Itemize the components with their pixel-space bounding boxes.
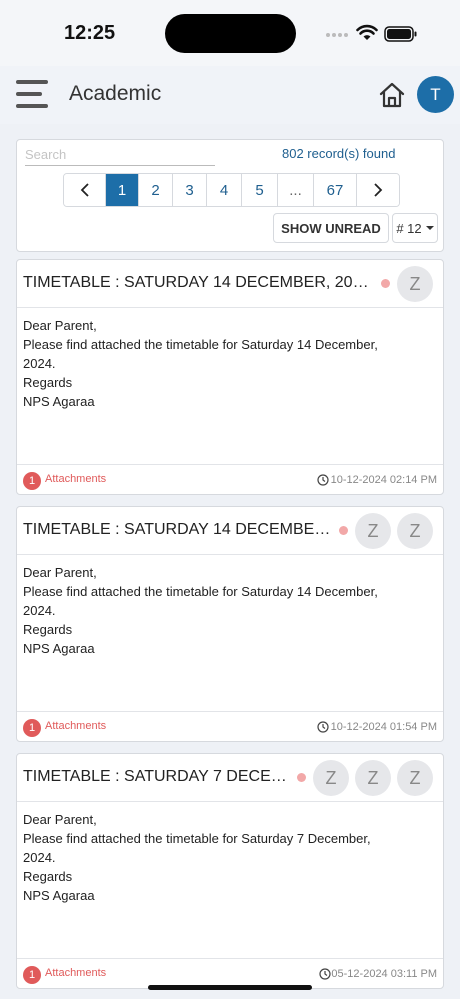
cellular-signal-icon	[326, 33, 348, 37]
show-unread-button[interactable]: SHOW UNREAD	[273, 213, 389, 243]
page-button-5[interactable]: 5	[242, 174, 278, 206]
message-line: 2024.	[23, 603, 56, 618]
message-line: Regards	[23, 375, 73, 390]
page-ellipsis: ...	[278, 174, 314, 206]
chevron-right-icon	[374, 183, 383, 197]
message-title: TIMETABLE : SATURDAY 7 DECEM...	[23, 768, 293, 785]
chevron-left-icon	[80, 183, 89, 197]
message-footer: 1 Attachments 05-12-2024 03:11 PM	[17, 958, 443, 988]
attachment-count-badge[interactable]: 1	[23, 966, 41, 984]
reader-badge: Z	[397, 513, 433, 549]
message-line: NPS Agaraa	[23, 394, 95, 409]
attachment-count-badge[interactable]: 1	[23, 719, 41, 737]
message-footer: 1 Attachments 10-12-2024 01:54 PM	[17, 711, 443, 741]
message-date: 10-12-2024 01:54 PM	[330, 721, 437, 733]
status-time: 12:25	[64, 22, 116, 44]
message-footer: 1 Attachments 10-12-2024 02:14 PM	[17, 464, 443, 494]
message-header: TIMETABLE : SATURDAY 14 DECEMBER,... Z Z	[17, 507, 443, 555]
page-button-4[interactable]: 4	[207, 174, 242, 206]
message-line: Regards	[23, 869, 73, 884]
message-line: 2024.	[23, 356, 56, 371]
page-button-2[interactable]: 2	[139, 174, 173, 206]
attachments-link[interactable]: Attachments	[45, 473, 106, 485]
message-line: Dear Parent,	[23, 318, 97, 333]
message-title: TIMETABLE : SATURDAY 14 DECEMBER, 2024..…	[23, 274, 375, 291]
status-bar: 12:25	[0, 0, 460, 66]
reader-badge: Z	[355, 513, 391, 549]
page-button-1[interactable]: 1	[106, 174, 139, 206]
message-line: Dear Parent,	[23, 812, 97, 827]
page-button-3[interactable]: 3	[173, 174, 207, 206]
message-body: Dear Parent, Please find attached the ti…	[17, 308, 443, 465]
wifi-icon	[356, 24, 378, 40]
page-size-value: # 12	[396, 220, 422, 236]
attachment-count-badge[interactable]: 1	[23, 472, 41, 490]
clock-icon	[317, 474, 329, 486]
message-body: Dear Parent, Please find attached the ti…	[17, 555, 443, 712]
home-indicator[interactable]	[148, 985, 312, 990]
reader-badge: Z	[397, 266, 433, 302]
attachments-link[interactable]: Attachments	[45, 720, 106, 732]
pagination: 1 2 3 4 5 ... 67	[63, 173, 400, 207]
unread-indicator	[339, 526, 348, 535]
battery-icon	[384, 26, 417, 42]
message-line: NPS Agaraa	[23, 641, 95, 656]
message-header: TIMETABLE : SATURDAY 7 DECEM... Z Z Z	[17, 754, 443, 802]
home-icon[interactable]	[378, 82, 406, 108]
message-card[interactable]: TIMETABLE : SATURDAY 7 DECEM... Z Z Z De…	[16, 753, 444, 989]
message-line: Regards	[23, 622, 73, 637]
attachments-link[interactable]: Attachments	[45, 967, 106, 979]
message-line: Please find attached the timetable for S…	[23, 337, 378, 352]
search-input[interactable]	[25, 144, 215, 166]
message-card[interactable]: TIMETABLE : SATURDAY 14 DECEMBER, 2024..…	[16, 259, 444, 495]
page-size-dropdown[interactable]: # 12	[392, 213, 438, 243]
clock-icon	[317, 721, 329, 733]
message-title: TIMETABLE : SATURDAY 14 DECEMBER,...	[23, 521, 335, 538]
unread-indicator	[381, 279, 390, 288]
message-line: Please find attached the timetable for S…	[23, 584, 378, 599]
unread-indicator	[297, 773, 306, 782]
clock-icon	[319, 968, 331, 980]
message-line: NPS Agaraa	[23, 888, 95, 903]
caret-down-icon	[425, 226, 434, 230]
message-card[interactable]: TIMETABLE : SATURDAY 14 DECEMBER,... Z Z…	[16, 506, 444, 742]
message-line: Please find attached the timetable for S…	[23, 831, 371, 846]
message-date: 05-12-2024 03:11 PM	[331, 968, 437, 980]
message-line: 2024.	[23, 850, 56, 865]
prev-page-button[interactable]	[64, 174, 106, 206]
reader-badge: Z	[397, 760, 433, 796]
reader-badge: Z	[355, 760, 391, 796]
page-title: Academic	[69, 82, 162, 105]
next-page-button[interactable]	[357, 174, 399, 206]
reader-badge: Z	[313, 760, 349, 796]
app-header: Academic T	[0, 66, 460, 124]
user-avatar[interactable]: T	[417, 76, 454, 113]
message-header: TIMETABLE : SATURDAY 14 DECEMBER, 2024..…	[17, 260, 443, 308]
records-count: 802 record(s) found	[282, 146, 396, 161]
filter-card: 802 record(s) found 1 2 3 4 5 ... 67 SHO…	[16, 139, 444, 252]
message-line: Dear Parent,	[23, 565, 97, 580]
page-button-67[interactable]: 67	[314, 174, 357, 206]
message-date: 10-12-2024 02:14 PM	[330, 474, 437, 486]
message-body: Dear Parent, Please find attached the ti…	[17, 802, 443, 959]
hamburger-menu-icon[interactable]	[16, 80, 48, 110]
dynamic-island	[165, 14, 296, 53]
